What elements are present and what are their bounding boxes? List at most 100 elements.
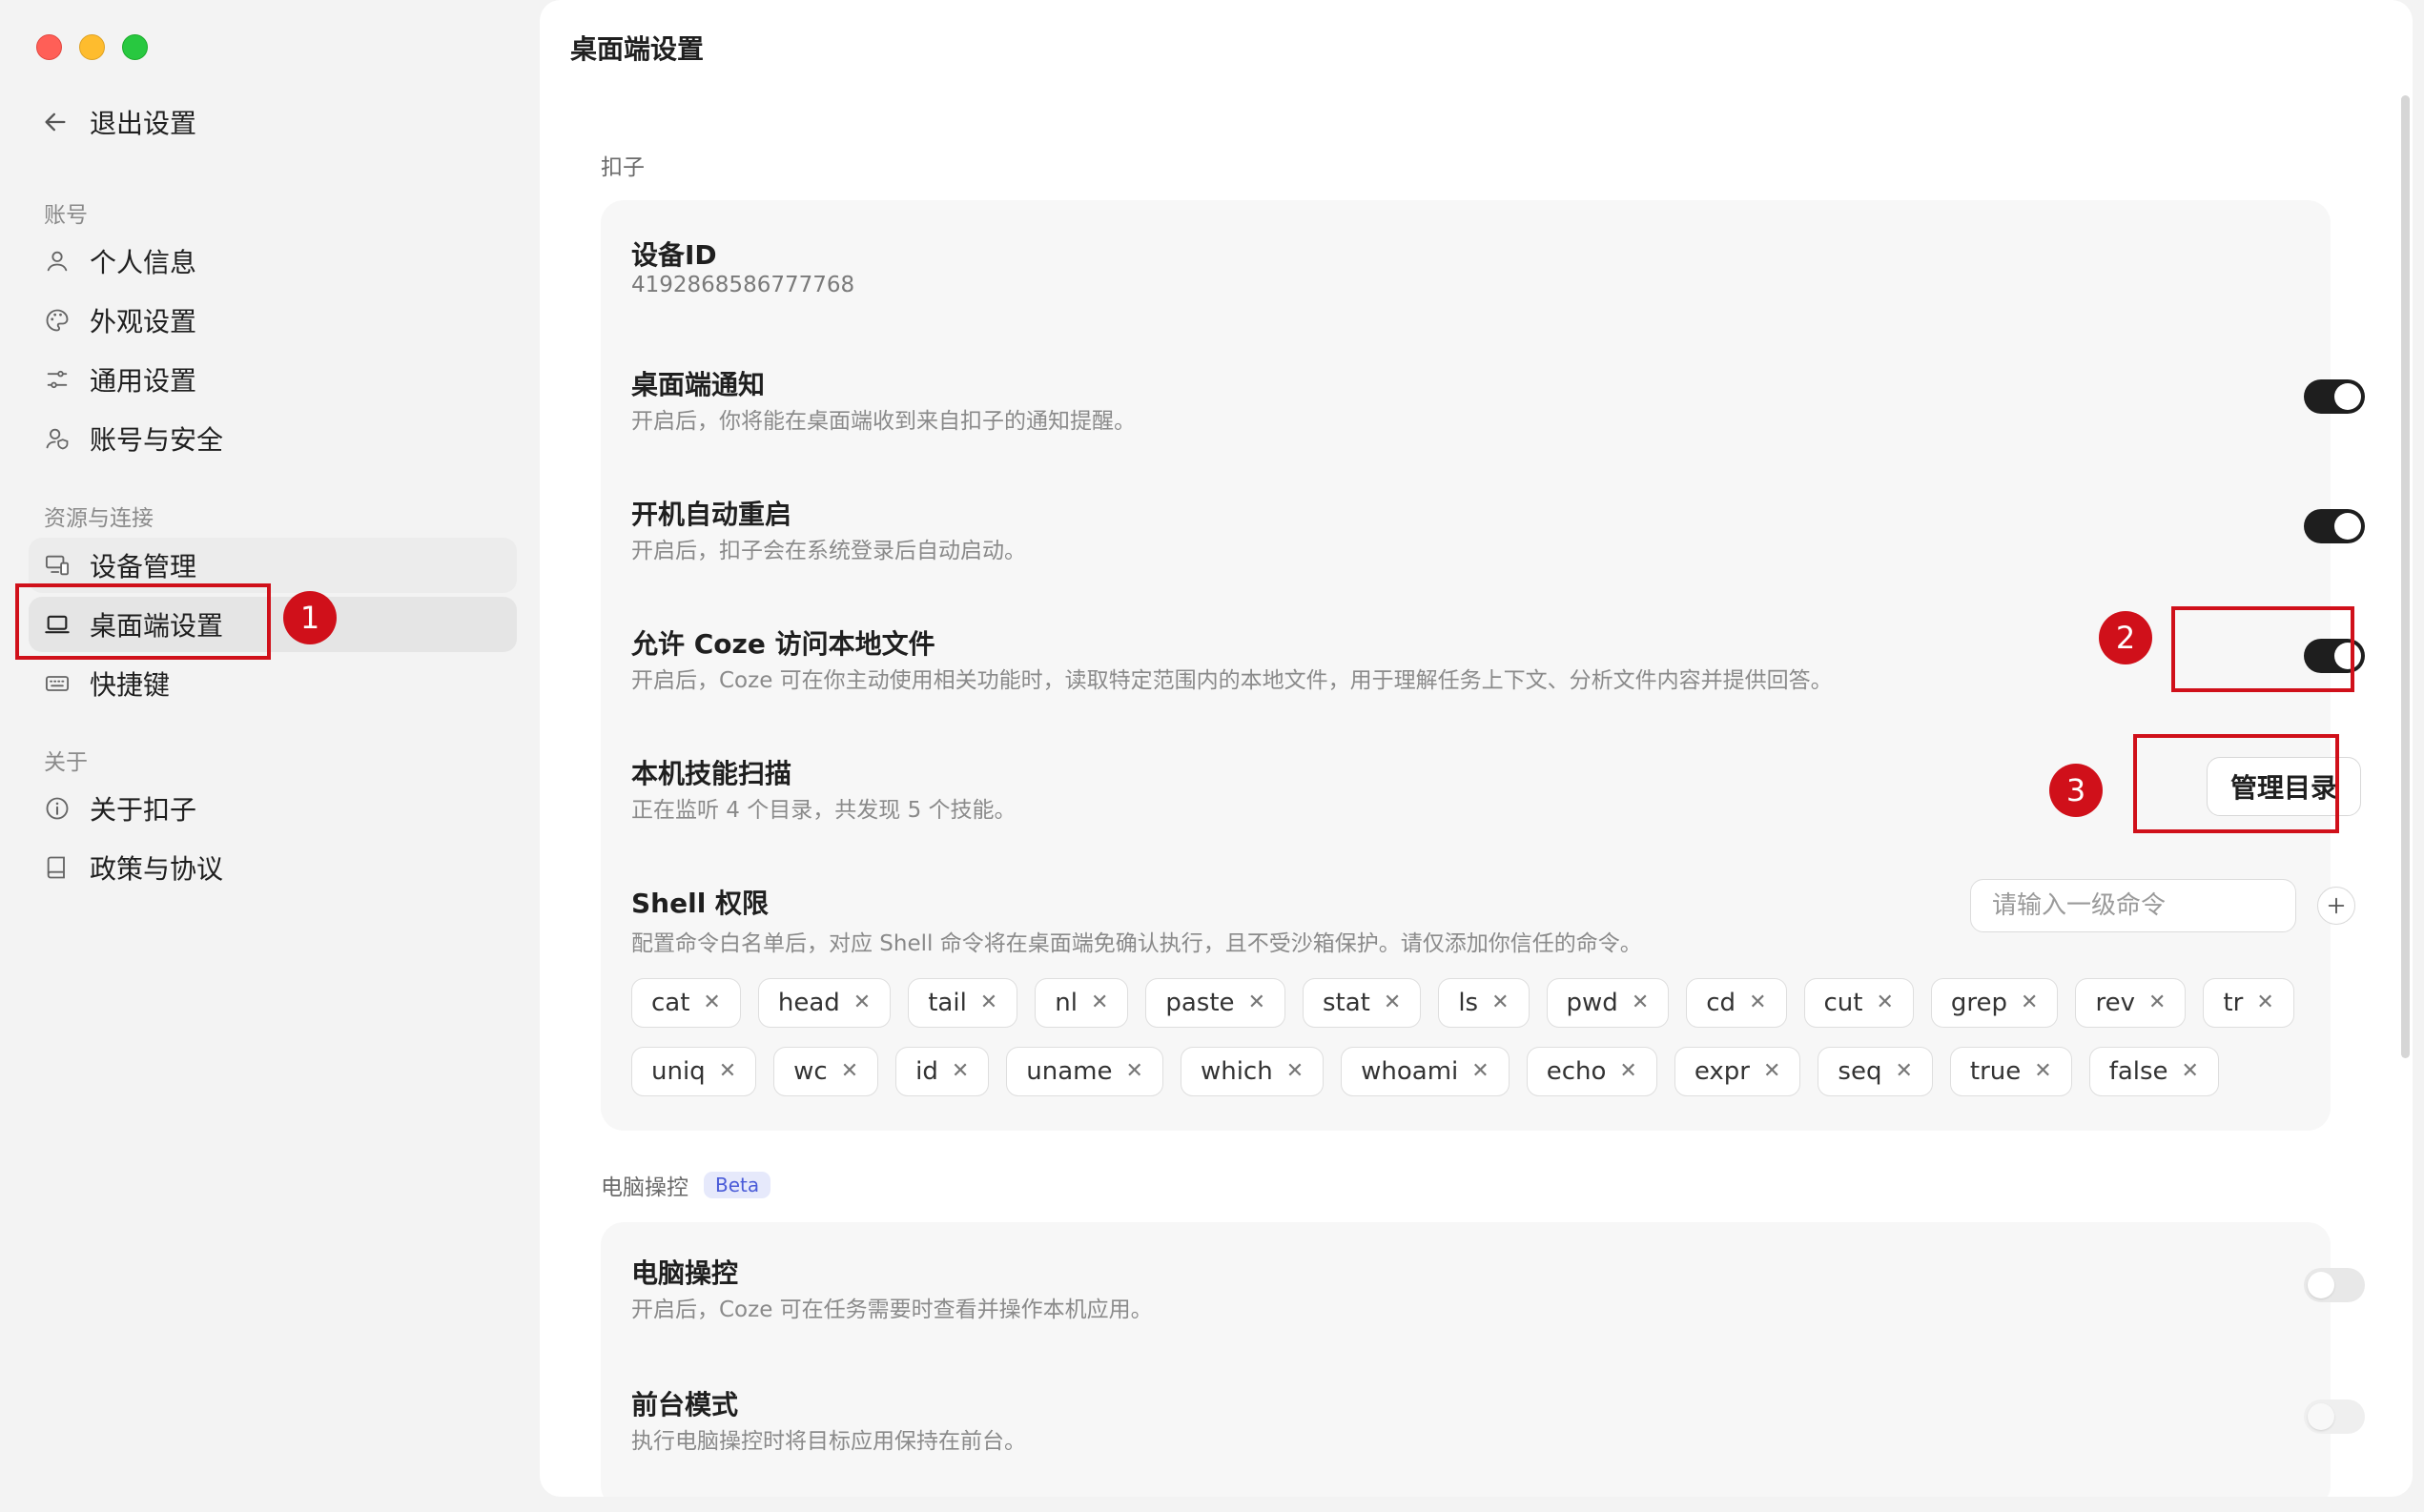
add-command-button[interactable]	[2317, 887, 2355, 925]
computer-control-toggle[interactable]	[2304, 1268, 2365, 1302]
group-label-resources: 资源与连接	[44, 506, 154, 531]
sidebar-item-security[interactable]: 账号与安全	[29, 411, 517, 466]
remove-command-icon[interactable]: ✕	[1384, 992, 1401, 1013]
sidebar-item-policies[interactable]: 政策与协议	[29, 840, 517, 895]
sidebar-item-general[interactable]: 通用设置	[29, 352, 517, 407]
shell-desc: 配置命令白名单后，对应 Shell 命令将在桌面端免确认执行，且不受沙箱保护。请…	[631, 931, 1642, 956]
command-tag: seq ✕	[1818, 1047, 1933, 1096]
page-title: 桌面端设置	[570, 33, 705, 65]
settings-panel: 桌面端设置 扣子 设备ID 4192868586777768 桌面端通知 开启后…	[540, 0, 2413, 1497]
scrollbar[interactable]	[2401, 95, 2410, 1058]
command-tag: cd ✕	[1686, 978, 1787, 1028]
remove-command-icon[interactable]: ✕	[1749, 992, 1766, 1013]
command-whitelist: cat ✕ head ✕ tail ✕ nl ✕ paste ✕ stat ✕ ls ✕ pwd ✕ cd ✕ cu…	[631, 978, 2329, 1096]
command-tag-label: true	[1969, 1057, 2022, 1086]
group-label-account: 账号	[44, 203, 88, 228]
command-tag: which ✕	[1180, 1047, 1325, 1096]
command-tag-label: head	[777, 989, 840, 1017]
foreground-mode-toggle[interactable]	[2304, 1400, 2365, 1434]
remove-command-icon[interactable]: ✕	[1619, 1061, 1636, 1082]
command-tag: expr ✕	[1674, 1047, 1801, 1096]
command-tag-label: uniq	[651, 1057, 706, 1086]
keyboard-icon	[45, 676, 70, 691]
exit-settings-button[interactable]: 退出设置	[42, 101, 196, 143]
sidebar-item-shortcuts[interactable]: 快捷键	[29, 656, 517, 711]
notify-desc: 开启后，你将能在桌面端收到来自扣子的通知提醒。	[631, 409, 1136, 434]
computer-control-card: 电脑操控 开启后，Coze 可在任务需要时查看并操作本机应用。 前台模式 执行电…	[601, 1222, 2365, 1497]
command-tag-label: grep	[1950, 989, 2008, 1017]
remove-command-icon[interactable]: ✕	[1471, 1061, 1489, 1082]
plus-icon	[2328, 897, 2345, 914]
remove-command-icon[interactable]: ✕	[841, 1061, 858, 1082]
koze-settings-card: 设备ID 4192868586777768 桌面端通知 开启后，你将能在桌面端收…	[601, 200, 2365, 1131]
sidebar-item-profile[interactable]: 个人信息	[29, 234, 517, 289]
foreground-mode-title: 前台模式	[631, 1389, 739, 1420]
remove-command-icon[interactable]: ✕	[2182, 1061, 2199, 1082]
skills-scan-title: 本机技能扫描	[631, 758, 792, 789]
remove-command-icon[interactable]: ✕	[2034, 1061, 2051, 1082]
remove-command-icon[interactable]: ✕	[853, 992, 871, 1013]
sidebar-item-label: 账号与安全	[90, 424, 224, 456]
palette-icon	[46, 309, 69, 332]
sidebar-item-appearance[interactable]: 外观设置	[29, 293, 517, 348]
sliders-icon	[47, 370, 68, 389]
remove-command-icon[interactable]: ✕	[1091, 992, 1108, 1013]
remove-command-icon[interactable]: ✕	[1126, 1061, 1143, 1082]
section-label-text: 扣子	[601, 155, 645, 180]
command-input[interactable]	[1970, 879, 2296, 932]
local-files-desc: 开启后，Coze 可在你主动使用相关功能时，读取特定范围内的本地文件，用于理解任…	[631, 668, 1833, 693]
autostart-title: 开机自动重启	[631, 499, 792, 530]
sidebar: 退出设置 账号 个人信息 外观设置 通用设置 账号与安全 资源与连接 设备管理 …	[0, 0, 540, 1512]
command-tag-label: rev	[2095, 989, 2135, 1017]
remove-command-icon[interactable]: ✕	[2021, 992, 2038, 1013]
command-tag: cat ✕	[631, 978, 741, 1028]
window-controls	[36, 34, 148, 60]
annotation-marker-3: 3	[2049, 764, 2103, 817]
sidebar-item-label: 快捷键	[90, 669, 171, 701]
close-window-button[interactable]	[36, 34, 62, 60]
notify-toggle[interactable]	[2304, 379, 2365, 414]
computer-control-desc: 开启后，Coze 可在任务需要时查看并操作本机应用。	[631, 1297, 1153, 1322]
minimize-window-button[interactable]	[79, 34, 105, 60]
remove-command-icon[interactable]: ✕	[1763, 1061, 1780, 1082]
command-tag: rev ✕	[2075, 978, 2187, 1028]
remove-command-icon[interactable]: ✕	[1248, 992, 1265, 1013]
command-tag-label: paste	[1165, 989, 1235, 1017]
user-shield-icon	[46, 428, 69, 450]
command-tag-label: cut	[1823, 989, 1863, 1017]
remove-command-icon[interactable]: ✕	[980, 992, 997, 1013]
command-tag: tr ✕	[2203, 978, 2294, 1028]
remove-command-icon[interactable]: ✕	[1286, 1061, 1304, 1082]
command-tag: pwd ✕	[1546, 978, 1670, 1028]
info-icon	[46, 797, 69, 820]
person-icon	[47, 251, 68, 272]
section-label-computer: 电脑操控 Beta	[601, 1169, 771, 1201]
command-tag: wc ✕	[773, 1047, 879, 1096]
remove-command-icon[interactable]: ✕	[2148, 992, 2166, 1013]
remove-command-icon[interactable]: ✕	[952, 1061, 969, 1082]
command-tag: false ✕	[2088, 1047, 2219, 1096]
remove-command-icon[interactable]: ✕	[1491, 992, 1509, 1013]
remove-command-icon[interactable]: ✕	[1632, 992, 1649, 1013]
autostart-toggle[interactable]	[2304, 509, 2365, 543]
remove-command-icon[interactable]: ✕	[2256, 992, 2273, 1013]
remove-command-icon[interactable]: ✕	[719, 1061, 736, 1082]
command-tag: ls ✕	[1438, 978, 1530, 1028]
zoom-window-button[interactable]	[122, 34, 148, 60]
command-tag: tail ✕	[908, 978, 1018, 1028]
skills-scan-desc: 正在监听 4 个目录，共发现 5 个技能。	[631, 798, 1017, 823]
command-tag-label: expr	[1694, 1057, 1750, 1086]
command-tag: nl ✕	[1035, 978, 1129, 1028]
command-tag: cut ✕	[1803, 978, 1914, 1028]
remove-command-icon[interactable]: ✕	[1876, 992, 1893, 1013]
remove-command-icon[interactable]: ✕	[1895, 1061, 1912, 1082]
command-tag: paste ✕	[1145, 978, 1285, 1028]
command-tag-label: nl	[1055, 989, 1078, 1017]
book-icon	[47, 856, 65, 879]
remove-command-icon[interactable]: ✕	[703, 992, 720, 1013]
command-tag: stat ✕	[1303, 978, 1422, 1028]
annotation-marker-2: 2	[2099, 611, 2152, 664]
foreground-mode-desc: 执行电脑操控时将目标应用保持在前台。	[631, 1429, 1026, 1454]
shell-title: Shell 权限	[631, 888, 770, 919]
sidebar-item-about[interactable]: 关于扣子	[29, 781, 517, 836]
